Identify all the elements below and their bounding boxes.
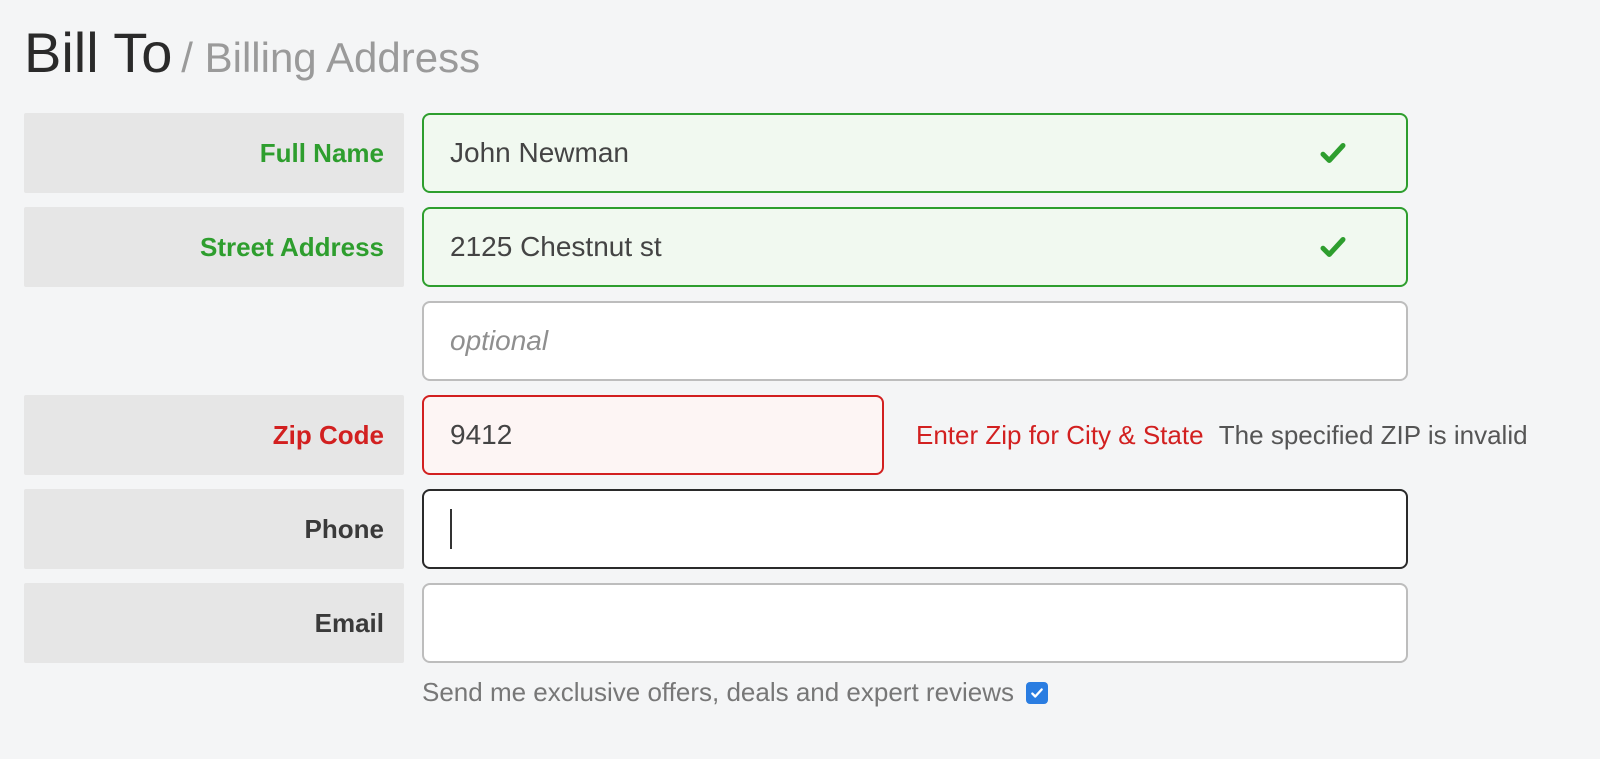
street-address-input[interactable] — [422, 207, 1408, 287]
text-cursor — [450, 509, 452, 549]
zip-code-label: Zip Code — [24, 395, 404, 475]
street-address-2-label — [24, 301, 404, 381]
phone-input[interactable] — [422, 489, 1408, 569]
email-label: Email — [24, 583, 404, 663]
optin-text: Send me exclusive offers, deals and expe… — [422, 677, 1014, 708]
phone-label: Phone — [24, 489, 404, 569]
email-input[interactable] — [422, 583, 1408, 663]
full-name-label: Full Name — [24, 113, 404, 193]
heading-sub: / Billing Address — [181, 34, 480, 81]
zip-code-input[interactable] — [422, 395, 884, 475]
street-address-label: Street Address — [24, 207, 404, 287]
optin-checkbox[interactable] — [1026, 682, 1048, 704]
heading-main: Bill To — [24, 21, 172, 84]
full-name-input[interactable] — [422, 113, 1408, 193]
zip-code-message: Enter Zip for City & State The specified… — [916, 420, 1528, 451]
section-heading: Bill To / Billing Address — [24, 20, 1576, 85]
zip-error-text: The specified ZIP is invalid — [1219, 420, 1528, 450]
zip-hint-text: Enter Zip for City & State — [916, 420, 1204, 450]
street-address-2-input[interactable] — [422, 301, 1408, 381]
